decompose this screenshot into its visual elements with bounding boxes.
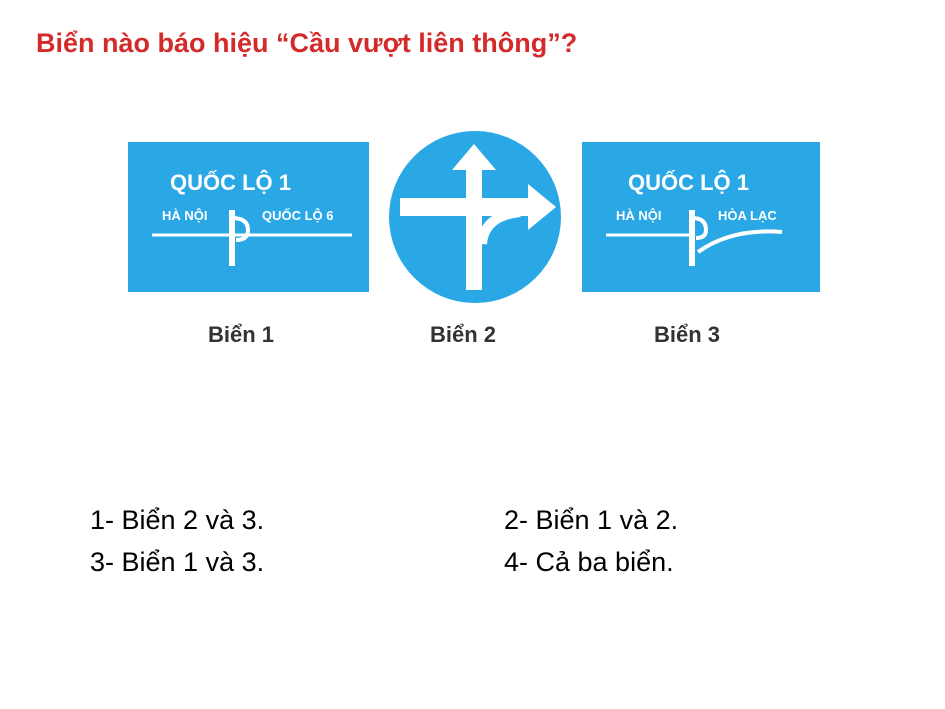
sign-2 — [380, 122, 570, 312]
answer-option-4[interactable]: 4- Cả ba biển. — [504, 547, 674, 578]
sign-3-caption: Biển 3 — [654, 322, 721, 347]
question-title: Biển nào báo hiệu “Cầu vượt liên thông”? — [36, 28, 578, 58]
interchange-curve-diagram-icon — [606, 210, 783, 266]
interchange-diagram-icon — [152, 210, 352, 266]
sign-1: QUỐC LỘ 1 HÀ NỘI QUỐC LỘ 6 — [128, 142, 369, 292]
answer-option-2[interactable]: 2- Biển 1 và 2. — [504, 505, 678, 536]
sign-1-caption: Biển 1 — [208, 322, 275, 347]
straight-and-right-arrow-icon — [382, 124, 568, 310]
sign-2-caption: Biển 2 — [430, 322, 497, 347]
answer-option-3[interactable]: 3- Biển 1 và 3. — [90, 547, 264, 578]
sign-3: QUỐC LỘ 1 HÀ NỘI HÒA LẠC — [582, 142, 820, 292]
answer-option-1[interactable]: 1- Biển 2 và 3. — [90, 505, 264, 536]
